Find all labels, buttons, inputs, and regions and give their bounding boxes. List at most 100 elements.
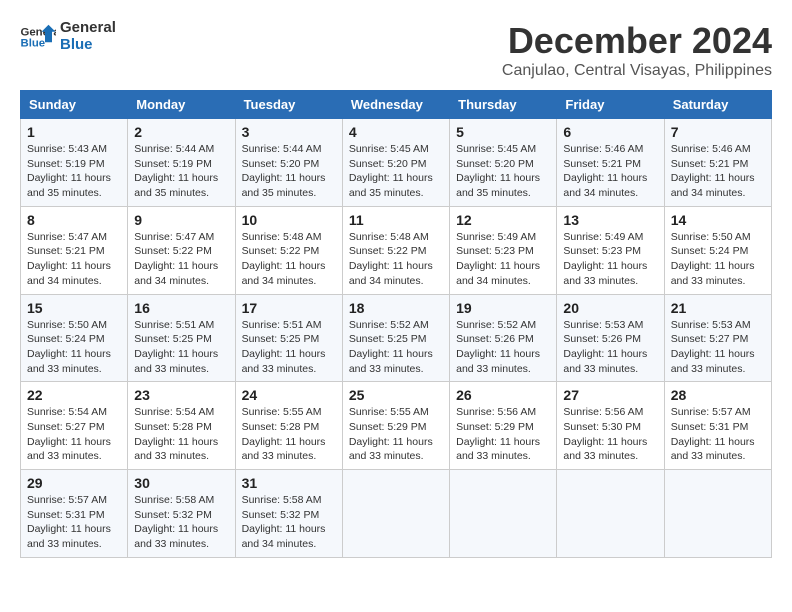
- calendar-cell: 13 Sunrise: 5:49 AM Sunset: 5:23 PM Dayli…: [557, 206, 664, 294]
- day-number: 27: [563, 387, 657, 403]
- day-info: Sunrise: 5:49 AM Sunset: 5:23 PM Dayligh…: [563, 230, 657, 289]
- day-info: Sunrise: 5:56 AM Sunset: 5:29 PM Dayligh…: [456, 405, 550, 464]
- calendar-cell: 14 Sunrise: 5:50 AM Sunset: 5:24 PM Dayli…: [664, 206, 771, 294]
- day-info: Sunrise: 5:49 AM Sunset: 5:23 PM Dayligh…: [456, 230, 550, 289]
- calendar-cell: 3 Sunrise: 5:44 AM Sunset: 5:20 PM Daylig…: [235, 119, 342, 207]
- day-number: 12: [456, 212, 550, 228]
- day-info: Sunrise: 5:52 AM Sunset: 5:25 PM Dayligh…: [349, 318, 443, 377]
- day-info: Sunrise: 5:53 AM Sunset: 5:27 PM Dayligh…: [671, 318, 765, 377]
- col-thursday: Thursday: [450, 91, 557, 119]
- calendar-cell: 22 Sunrise: 5:54 AM Sunset: 5:27 PM Dayli…: [21, 382, 128, 470]
- day-number: 6: [563, 124, 657, 140]
- day-number: 15: [27, 300, 121, 316]
- day-info: Sunrise: 5:44 AM Sunset: 5:20 PM Dayligh…: [242, 142, 336, 201]
- day-number: 18: [349, 300, 443, 316]
- day-info: Sunrise: 5:56 AM Sunset: 5:30 PM Dayligh…: [563, 405, 657, 464]
- day-info: Sunrise: 5:48 AM Sunset: 5:22 PM Dayligh…: [349, 230, 443, 289]
- day-info: Sunrise: 5:45 AM Sunset: 5:20 PM Dayligh…: [349, 142, 443, 201]
- logo: General Blue General Blue: [20, 20, 116, 53]
- calendar-cell: 21 Sunrise: 5:53 AM Sunset: 5:27 PM Dayli…: [664, 294, 771, 382]
- month-title: December 2024: [502, 20, 772, 62]
- day-number: 4: [349, 124, 443, 140]
- day-info: Sunrise: 5:47 AM Sunset: 5:22 PM Dayligh…: [134, 230, 228, 289]
- day-number: 14: [671, 212, 765, 228]
- day-info: Sunrise: 5:50 AM Sunset: 5:24 PM Dayligh…: [671, 230, 765, 289]
- day-number: 21: [671, 300, 765, 316]
- day-number: 25: [349, 387, 443, 403]
- day-info: Sunrise: 5:43 AM Sunset: 5:19 PM Dayligh…: [27, 142, 121, 201]
- calendar-cell: 26 Sunrise: 5:56 AM Sunset: 5:29 PM Dayli…: [450, 382, 557, 470]
- day-number: 23: [134, 387, 228, 403]
- calendar-cell: 19Sunrise: 5:52 AM Sunset: 5:26 PM Dayli…: [450, 294, 557, 382]
- day-number: 28: [671, 387, 765, 403]
- col-saturday: Saturday: [664, 91, 771, 119]
- day-info: Sunrise: 5:51 AM Sunset: 5:25 PM Dayligh…: [134, 318, 228, 377]
- calendar-table: Sunday Monday Tuesday Wednesday Thursday…: [20, 90, 772, 558]
- day-number: 22: [27, 387, 121, 403]
- day-number: 20: [563, 300, 657, 316]
- calendar-cell: 18 Sunrise: 5:52 AM Sunset: 5:25 PM Dayli…: [342, 294, 449, 382]
- day-number: 2: [134, 124, 228, 140]
- calendar-cell: 29Sunrise: 5:57 AM Sunset: 5:31 PM Dayli…: [21, 470, 128, 558]
- calendar-cell: 16 Sunrise: 5:51 AM Sunset: 5:25 PM Dayli…: [128, 294, 235, 382]
- col-tuesday: Tuesday: [235, 91, 342, 119]
- header-row: Sunday Monday Tuesday Wednesday Thursday…: [21, 91, 772, 119]
- day-info: Sunrise: 5:50 AM Sunset: 5:24 PM Dayligh…: [27, 318, 121, 377]
- calendar-cell: 23 Sunrise: 5:54 AM Sunset: 5:28 PM Dayli…: [128, 382, 235, 470]
- day-number: 3: [242, 124, 336, 140]
- logo-text-line1: General: [60, 20, 116, 37]
- day-number: 13: [563, 212, 657, 228]
- day-info: Sunrise: 5:44 AM Sunset: 5:19 PM Dayligh…: [134, 142, 228, 201]
- day-info: Sunrise: 5:54 AM Sunset: 5:28 PM Dayligh…: [134, 405, 228, 464]
- day-number: 30: [134, 475, 228, 491]
- day-number: 24: [242, 387, 336, 403]
- col-monday: Monday: [128, 91, 235, 119]
- day-number: 19: [456, 300, 550, 316]
- calendar-cell: [450, 470, 557, 558]
- calendar-cell: 30 Sunrise: 5:58 AM Sunset: 5:32 PM Dayli…: [128, 470, 235, 558]
- calendar-row: 15 Sunrise: 5:50 AM Sunset: 5:24 PM Dayli…: [21, 294, 772, 382]
- header: General Blue General Blue December 2024 …: [20, 20, 772, 80]
- col-friday: Friday: [557, 91, 664, 119]
- day-number: 9: [134, 212, 228, 228]
- calendar-cell: 15 Sunrise: 5:50 AM Sunset: 5:24 PM Dayli…: [21, 294, 128, 382]
- day-number: 26: [456, 387, 550, 403]
- logo-text-line2: Blue: [60, 37, 116, 54]
- calendar-cell: 28 Sunrise: 5:57 AM Sunset: 5:31 PM Dayli…: [664, 382, 771, 470]
- day-number: 31: [242, 475, 336, 491]
- calendar-cell: 11Sunrise: 5:48 AM Sunset: 5:22 PM Dayli…: [342, 206, 449, 294]
- calendar-cell: 17 Sunrise: 5:51 AM Sunset: 5:25 PM Dayli…: [235, 294, 342, 382]
- calendar-row: 22 Sunrise: 5:54 AM Sunset: 5:27 PM Dayli…: [21, 382, 772, 470]
- day-number: 5: [456, 124, 550, 140]
- day-number: 8: [27, 212, 121, 228]
- day-info: Sunrise: 5:57 AM Sunset: 5:31 PM Dayligh…: [671, 405, 765, 464]
- calendar-cell: [664, 470, 771, 558]
- day-info: Sunrise: 5:46 AM Sunset: 5:21 PM Dayligh…: [671, 142, 765, 201]
- day-info: Sunrise: 5:45 AM Sunset: 5:20 PM Dayligh…: [456, 142, 550, 201]
- day-number: 17: [242, 300, 336, 316]
- calendar-cell: [342, 470, 449, 558]
- day-info: Sunrise: 5:58 AM Sunset: 5:32 PM Dayligh…: [134, 493, 228, 552]
- calendar-cell: 2 Sunrise: 5:44 AM Sunset: 5:19 PM Daylig…: [128, 119, 235, 207]
- calendar-row: 29Sunrise: 5:57 AM Sunset: 5:31 PM Dayli…: [21, 470, 772, 558]
- day-info: Sunrise: 5:47 AM Sunset: 5:21 PM Dayligh…: [27, 230, 121, 289]
- calendar-cell: 6 Sunrise: 5:46 AM Sunset: 5:21 PM Daylig…: [557, 119, 664, 207]
- day-info: Sunrise: 5:58 AM Sunset: 5:32 PM Dayligh…: [242, 493, 336, 552]
- logo-icon: General Blue: [20, 23, 56, 51]
- day-info: Sunrise: 5:46 AM Sunset: 5:21 PM Dayligh…: [563, 142, 657, 201]
- calendar-cell: 27 Sunrise: 5:56 AM Sunset: 5:30 PM Dayli…: [557, 382, 664, 470]
- day-number: 1: [27, 124, 121, 140]
- day-info: Sunrise: 5:57 AM Sunset: 5:31 PM Dayligh…: [27, 493, 121, 552]
- calendar-cell: 24 Sunrise: 5:55 AM Sunset: 5:28 PM Dayli…: [235, 382, 342, 470]
- calendar-cell: [557, 470, 664, 558]
- calendar-cell: 10 Sunrise: 5:48 AM Sunset: 5:22 PM Dayli…: [235, 206, 342, 294]
- day-number: 16: [134, 300, 228, 316]
- day-info: Sunrise: 5:53 AM Sunset: 5:26 PM Dayligh…: [563, 318, 657, 377]
- title-area: December 2024 Canjulao, Central Visayas,…: [502, 20, 772, 80]
- day-info: Sunrise: 5:55 AM Sunset: 5:28 PM Dayligh…: [242, 405, 336, 464]
- day-number: 10: [242, 212, 336, 228]
- day-info: Sunrise: 5:51 AM Sunset: 5:25 PM Dayligh…: [242, 318, 336, 377]
- day-info: Sunrise: 5:54 AM Sunset: 5:27 PM Dayligh…: [27, 405, 121, 464]
- day-info: Sunrise: 5:48 AM Sunset: 5:22 PM Dayligh…: [242, 230, 336, 289]
- day-number: 7: [671, 124, 765, 140]
